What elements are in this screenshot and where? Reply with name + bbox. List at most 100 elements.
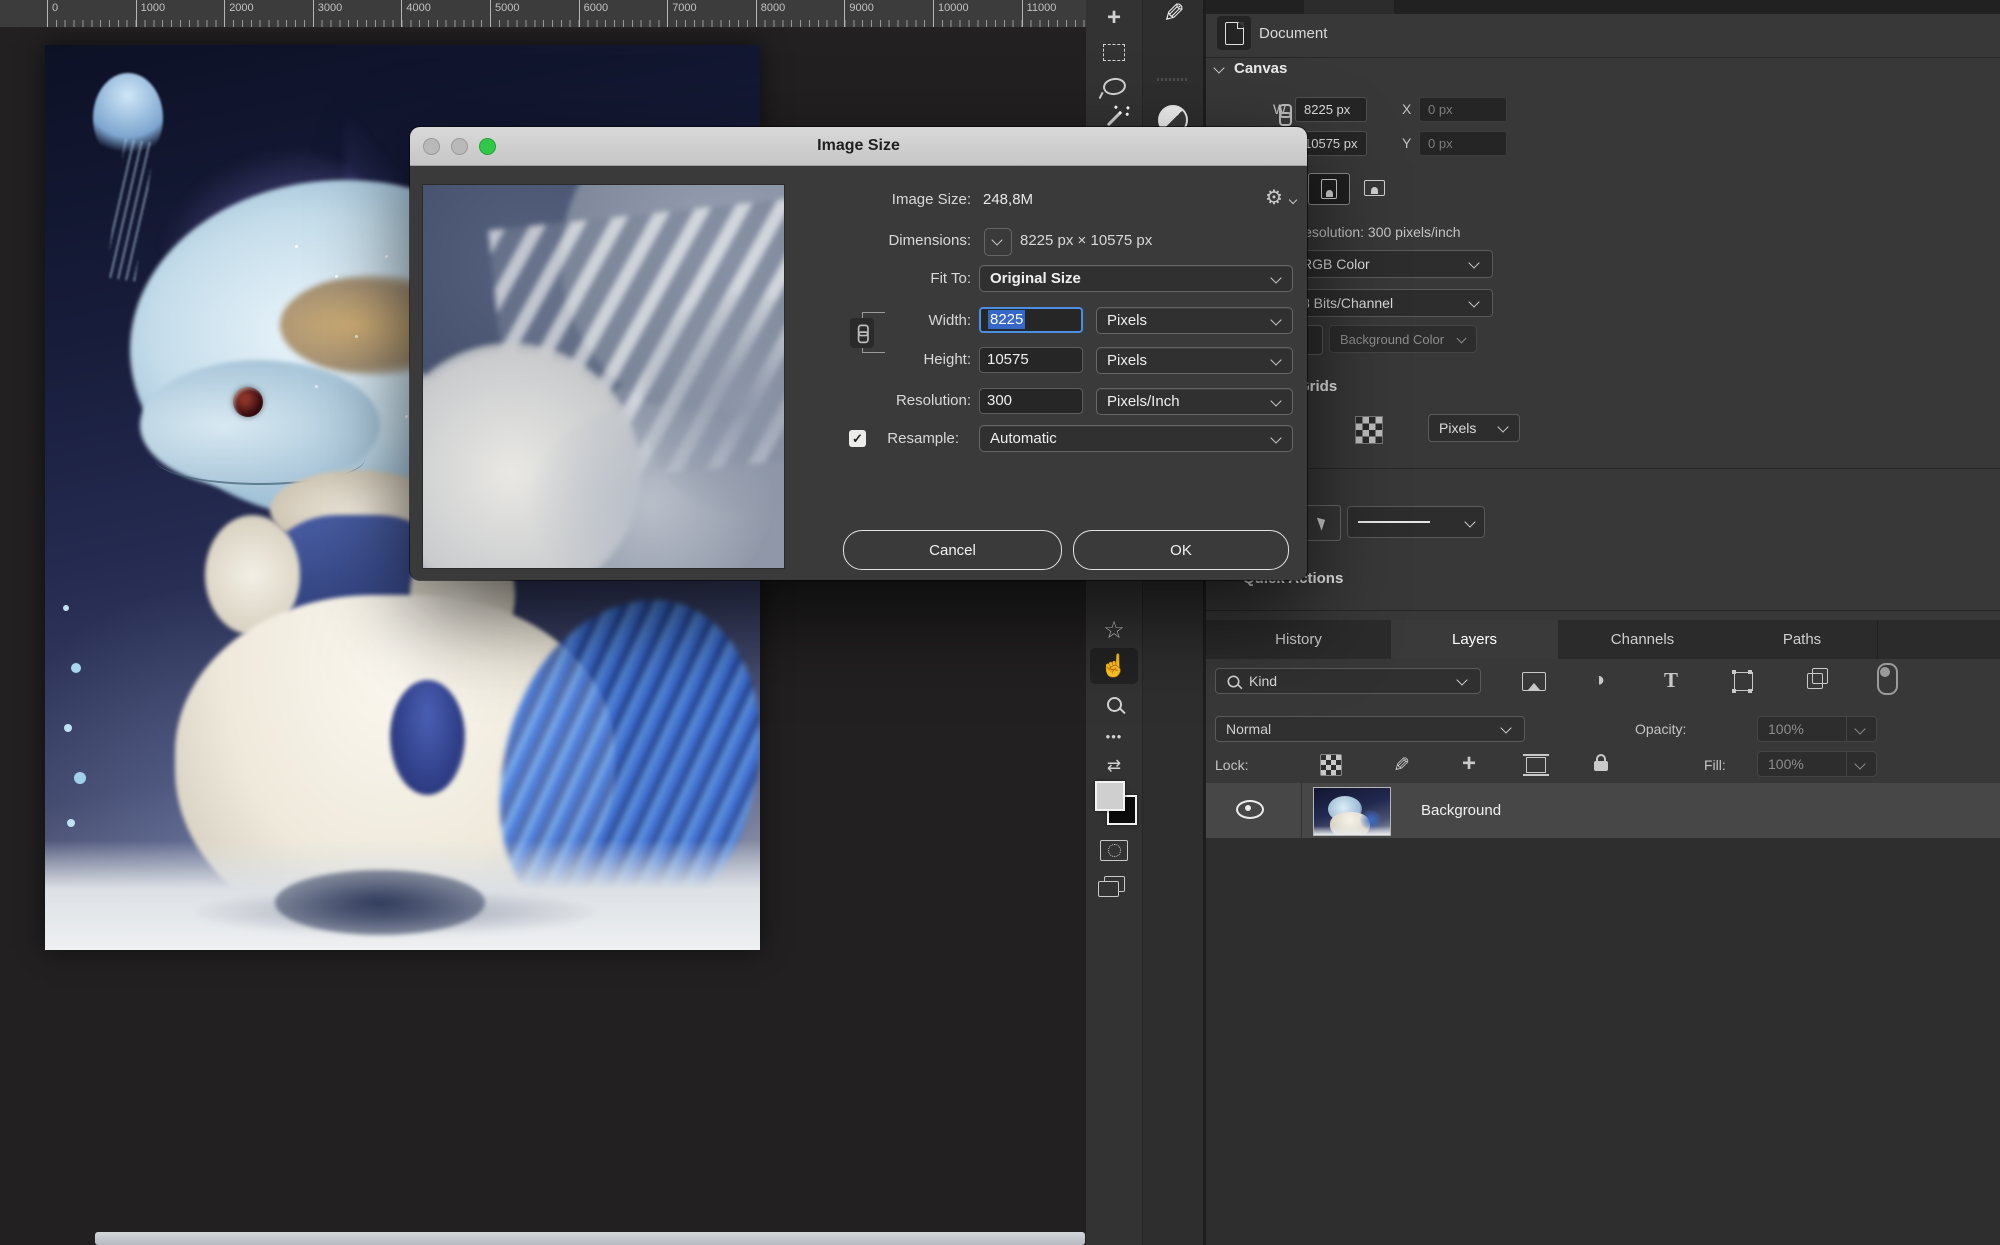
resolution-text: Resolution: 300 pixels/inch	[1294, 224, 1461, 240]
chevron-down-icon	[1270, 272, 1281, 283]
tab-history[interactable]: History	[1206, 620, 1392, 659]
orientation-portrait-button[interactable]	[1308, 173, 1350, 205]
width-label: Width:	[800, 312, 971, 329]
horizontal-ruler[interactable]: 0100020003000400050006000700080009000100…	[0, 0, 1086, 28]
bit-depth-dropdown[interactable]: 8 Bits/Channel	[1291, 289, 1493, 317]
fill-value: 100%	[1768, 756, 1804, 772]
lock-position-button[interactable]: +	[1457, 750, 1481, 778]
height-unit-dropdown[interactable]: Pixels	[1096, 347, 1293, 374]
chevron-down-icon	[1270, 314, 1281, 325]
fill-label: Fill:	[1704, 757, 1726, 773]
layer-row-background[interactable]: Background	[1206, 783, 2000, 838]
ruler-label: 11000	[1022, 0, 1057, 27]
filter-pixel-layers-button[interactable]	[1516, 668, 1552, 694]
photoshop-app: 0100020003000400050006000700080009000100…	[0, 0, 2000, 1245]
zoom-tool[interactable]	[1086, 686, 1142, 722]
canvas-x-field[interactable]: 0 px	[1419, 97, 1507, 122]
width-field[interactable]: 8225	[979, 307, 1083, 333]
zoom-window-button[interactable]	[479, 138, 496, 155]
minimize-window-button[interactable]	[451, 138, 468, 155]
separator	[1206, 57, 2000, 58]
color-mode-dropdown[interactable]: RGB Color	[1291, 250, 1493, 278]
brush-panel-button[interactable]: ✎	[1155, 0, 1191, 42]
panel-tabs-bar: History Layers Channels Paths	[1206, 620, 2000, 659]
custom-shape-tool[interactable]: ☆	[1086, 612, 1142, 648]
fit-to-dropdown[interactable]: Original Size	[979, 265, 1293, 292]
ok-button[interactable]: OK	[1073, 530, 1289, 570]
lock-label: Lock:	[1215, 757, 1248, 773]
portrait-icon	[1321, 179, 1337, 199]
lock-transparency-button[interactable]	[1319, 753, 1343, 777]
horizontal-scrollbar[interactable]	[95, 1232, 1085, 1245]
dialog-preview[interactable]	[422, 184, 785, 569]
marquee-icon	[1103, 44, 1125, 61]
height-unit-value: Pixels	[1107, 352, 1147, 369]
canvas-collapse-chevron[interactable]	[1213, 62, 1224, 73]
dialog-options-gear[interactable]: ⚙	[1265, 185, 1283, 210]
tab-layers[interactable]: Layers	[1391, 620, 1559, 659]
opacity-field[interactable]: 100%	[1757, 716, 1877, 742]
layer-thumbnail[interactable]	[1313, 787, 1391, 836]
height-field[interactable]: 10575	[979, 347, 1083, 373]
chevron-down-icon	[1468, 296, 1479, 307]
hand-icon: ☝	[1100, 653, 1127, 679]
document-icon-button[interactable]	[1217, 16, 1251, 50]
field-divider	[1846, 717, 1847, 741]
fit-to-label: Fit To:	[800, 270, 971, 287]
dimensions-label: Dimensions:	[800, 232, 971, 249]
chevron-down-icon	[1500, 722, 1511, 733]
resolution-unit-dropdown[interactable]: Pixels/Inch	[1096, 388, 1293, 415]
search-icon	[1228, 675, 1240, 687]
cancel-button[interactable]: Cancel	[843, 530, 1062, 570]
kind-filter-dropdown[interactable]: Kind	[1215, 668, 1481, 694]
grid-unit-dropdown[interactable]: Pixels	[1428, 414, 1520, 442]
quick-mask-icon	[1100, 840, 1128, 861]
lasso-tool[interactable]	[1086, 68, 1142, 104]
filter-type-layers-button[interactable]: T	[1656, 666, 1686, 694]
image-icon	[1522, 672, 1546, 691]
filter-shape-layers-button[interactable]	[1728, 668, 1758, 694]
filter-smart-objects-button[interactable]	[1800, 668, 1830, 694]
lock-paint-button[interactable]: ✎	[1387, 752, 1415, 776]
quick-mask-button[interactable]	[1086, 832, 1142, 868]
opacity-label: Opacity:	[1635, 721, 1686, 737]
move-tool[interactable]: +	[1086, 0, 1142, 36]
gear-icon: ⚙	[1265, 187, 1283, 209]
fill-field[interactable]: 100%	[1757, 751, 1877, 777]
tab-channels[interactable]: Channels	[1558, 620, 1728, 659]
guide-style-button[interactable]	[1303, 505, 1341, 541]
close-window-button[interactable]	[423, 138, 440, 155]
lock-all-button[interactable]	[1589, 748, 1613, 776]
tab-paths[interactable]: Paths	[1727, 620, 1878, 659]
canvas-y-field[interactable]: 0 px	[1419, 131, 1507, 156]
resample-dropdown[interactable]: Automatic	[979, 425, 1293, 452]
swap-colors[interactable]: ⇄	[1086, 748, 1142, 784]
preview-art	[422, 184, 785, 569]
resolution-field[interactable]: 300	[979, 388, 1083, 414]
wh-link-icon[interactable]	[1278, 104, 1290, 124]
layer-visibility-toggle[interactable]	[1236, 797, 1264, 821]
lock-artboard-button[interactable]	[1523, 753, 1549, 777]
marquee-tool[interactable]	[1086, 34, 1142, 70]
canvas-width-field[interactable]: 8225 px	[1295, 97, 1367, 122]
chevron-down-icon	[1270, 395, 1281, 406]
hand-tool[interactable]: ☝	[1090, 648, 1138, 684]
line-style-dropdown[interactable]	[1347, 506, 1485, 538]
artwork-jellyfish-tendrils	[105, 139, 154, 282]
dimensions-chevron-button[interactable]	[984, 228, 1012, 256]
separator	[1206, 610, 2000, 611]
star-icon: ☆	[1103, 616, 1125, 645]
blend-mode-dropdown[interactable]: Normal	[1215, 716, 1525, 742]
ruler-label: 7000	[667, 0, 696, 27]
background-color-dropdown[interactable]: Background Color	[1329, 325, 1477, 353]
screen-mode-button[interactable]	[1086, 866, 1142, 902]
orientation-landscape-button[interactable]	[1354, 173, 1394, 203]
chevron-down-icon	[991, 234, 1002, 245]
filter-toggle-switch[interactable]	[1874, 662, 1900, 696]
width-unit-dropdown[interactable]: Pixels	[1096, 307, 1293, 334]
filter-adjustment-layers-button[interactable]: ◑	[1584, 666, 1614, 694]
foreground-color-swatch[interactable]	[1095, 781, 1125, 811]
ruler-label: 9000	[844, 0, 873, 27]
dialog-titlebar[interactable]: Image Size	[410, 127, 1307, 166]
grid-checker-swatch[interactable]	[1355, 416, 1383, 444]
